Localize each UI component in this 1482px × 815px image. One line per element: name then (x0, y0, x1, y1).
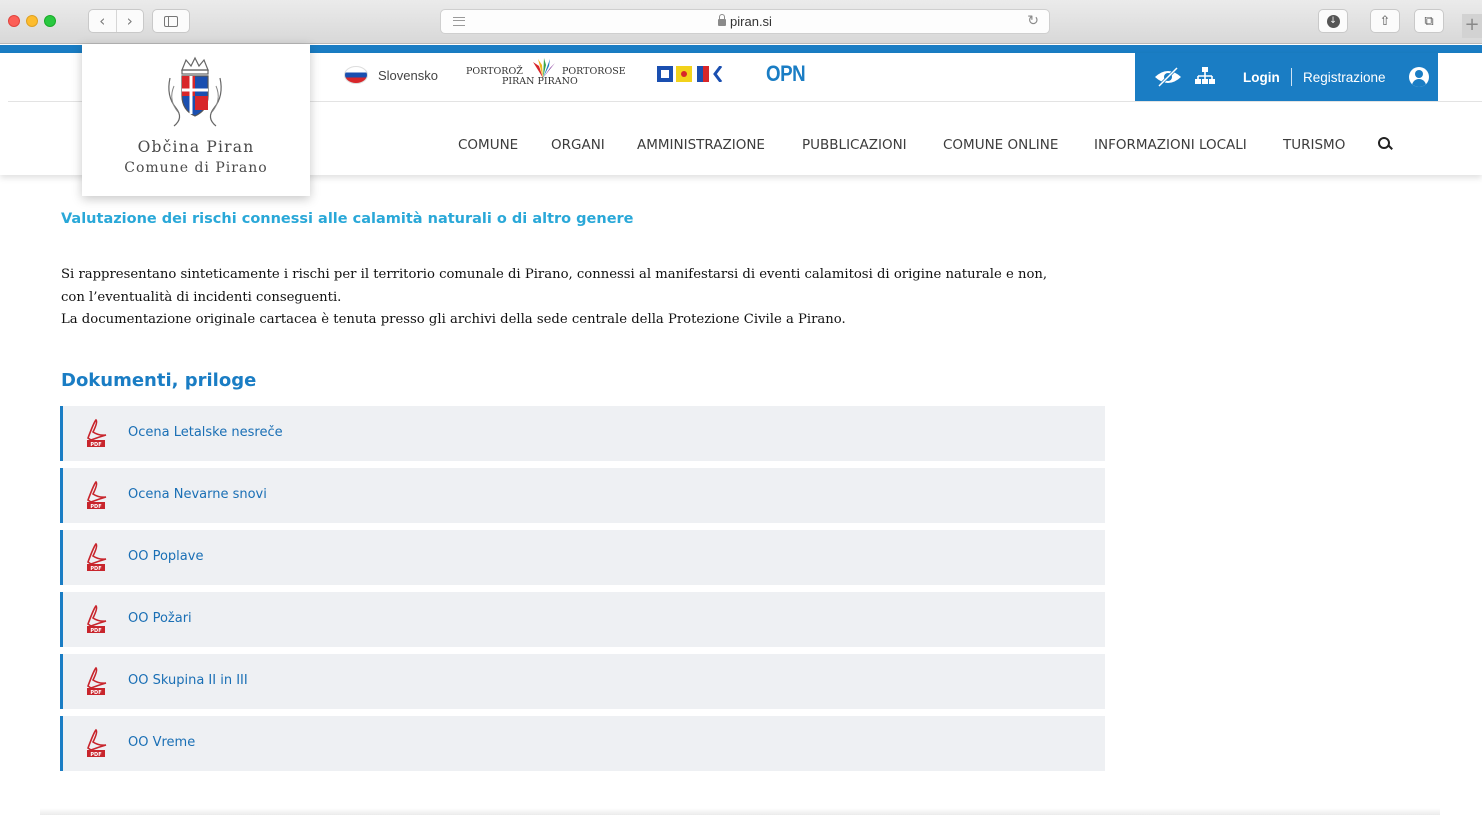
new-tab-button[interactable]: + (1462, 14, 1482, 38)
forward-button[interactable]: › (117, 10, 144, 32)
svg-text:PDF: PDF (90, 752, 101, 758)
document-link[interactable]: Ocena Nevarne snovi (128, 487, 267, 502)
nav-item-organi[interactable]: ORGANI (551, 137, 605, 153)
nav-item-amministrazione[interactable]: AMMINISTRAZIONE (637, 137, 765, 153)
url-field[interactable]: piran.si (441, 14, 1049, 29)
intro-line: Si rappresentano sinteticamente i rischi… (61, 267, 1048, 282)
site-logo[interactable]: Občina Piran Comune di Pirano (82, 44, 310, 196)
nav-item-turismo[interactable]: TURISMO (1283, 137, 1345, 153)
nav-item-informazioni-locali[interactable]: INFORMAZIONI LOCALI (1094, 137, 1247, 153)
pdf-icon: PDF (87, 666, 107, 696)
address-bar[interactable]: piran.si ↻ (440, 9, 1050, 34)
svg-text:PDF: PDF (90, 628, 101, 634)
portoroz-text-bottom: PIRAN PIRANO (502, 76, 578, 87)
user-bar: Login Registrazione (1135, 53, 1438, 101)
svg-text:PDF: PDF (90, 690, 101, 696)
document-link[interactable]: OO Vreme (128, 735, 195, 750)
sitemap-icon[interactable] (1195, 67, 1215, 85)
share-button[interactable]: ⇧ (1370, 9, 1400, 33)
documents-list: PDF Ocena Letalske nesreče PDF Ocena Nev… (60, 406, 1105, 778)
download-icon: ↓ (1326, 14, 1340, 28)
pdf-icon: PDF (87, 418, 107, 448)
url-text: piran.si (730, 14, 772, 29)
downloads-button[interactable]: ↓ (1318, 9, 1348, 33)
document-link[interactable]: OO Skupina II in III (128, 673, 248, 688)
coat-of-arms-icon (168, 56, 222, 127)
tab-overview-button[interactable]: ⧉ (1414, 9, 1444, 33)
footer-shadow (40, 808, 1440, 815)
nav-item-pubblicazioni[interactable]: PUBBLICAZIONI (802, 137, 907, 153)
document-item[interactable]: PDF OO Vreme (60, 716, 1105, 771)
document-item[interactable]: PDF Ocena Letalske nesreče (60, 406, 1105, 461)
register-link[interactable]: Registrazione (1303, 70, 1386, 85)
pdf-icon: PDF (87, 728, 107, 758)
minimize-window-button[interactable] (26, 15, 38, 27)
lock-icon (718, 14, 727, 26)
document-link[interactable]: Ocena Letalske nesreče (128, 425, 283, 440)
document-item[interactable]: PDF OO Poplave (60, 530, 1105, 585)
share-icon: ⇧ (1379, 13, 1391, 29)
pdf-icon: PDF (87, 480, 107, 510)
slovenia-flag-icon (344, 66, 368, 84)
document-item[interactable]: PDF OO Požari (60, 592, 1105, 647)
page-title: Valutazione dei rischi connessi alle cal… (61, 211, 634, 227)
language-label: Slovensko (378, 67, 438, 83)
document-link[interactable]: OO Požari (128, 611, 192, 626)
intro-line: con l’eventualità di incidenti conseguen… (61, 289, 342, 305)
logo-text-slovene: Občina Piran (137, 138, 255, 156)
pdf-icon: PDF (87, 542, 107, 572)
svg-text:PDF: PDF (90, 566, 101, 572)
signal-flags-logo-icon[interactable] (657, 66, 737, 82)
intro-line: La documentazione originale cartacea è t… (61, 312, 846, 327)
opn-logo-link[interactable]: OPN (766, 61, 806, 87)
logo-text-italian: Comune di Pirano (124, 160, 268, 176)
svg-text:PDF: PDF (90, 442, 101, 448)
login-link[interactable]: Login (1243, 70, 1280, 85)
document-link[interactable]: OO Poplave (128, 549, 203, 564)
documents-heading: Dokumenti, priloge (61, 370, 257, 391)
browser-toolbar: ‹ › piran.si ↻ ↓ ⇧ ⧉ + (0, 0, 1482, 44)
pdf-icon: PDF (87, 604, 107, 634)
back-button[interactable]: ‹ (89, 10, 117, 32)
user-bar-separator (1291, 68, 1292, 86)
document-item[interactable]: PDF OO Skupina II in III (60, 654, 1105, 709)
portoroz-logo-link[interactable]: PORTOROŽ PORTOROSE PIRAN PIRANO (466, 58, 626, 90)
tabs-icon: ⧉ (1424, 13, 1434, 29)
nav-item-comune-online[interactable]: COMUNE ONLINE (943, 137, 1058, 153)
close-window-button[interactable] (8, 15, 20, 27)
history-nav: ‹ › (88, 9, 144, 33)
zoom-window-button[interactable] (44, 15, 56, 27)
svg-text:PDF: PDF (90, 504, 101, 510)
accessibility-eye-icon[interactable] (1153, 67, 1183, 87)
reload-icon[interactable]: ↻ (1027, 13, 1039, 29)
sidebar-icon (164, 15, 178, 27)
search-icon[interactable] (1377, 136, 1393, 152)
language-switch[interactable]: Slovensko (344, 66, 438, 84)
user-account-icon[interactable] (1409, 67, 1429, 87)
nav-item-comune[interactable]: COMUNE (458, 137, 518, 153)
document-item[interactable]: PDF Ocena Nevarne snovi (60, 468, 1105, 523)
intro-text: Si rappresentano sinteticamente i rischi… (61, 264, 1141, 332)
sidebar-toggle-button[interactable] (152, 9, 190, 33)
